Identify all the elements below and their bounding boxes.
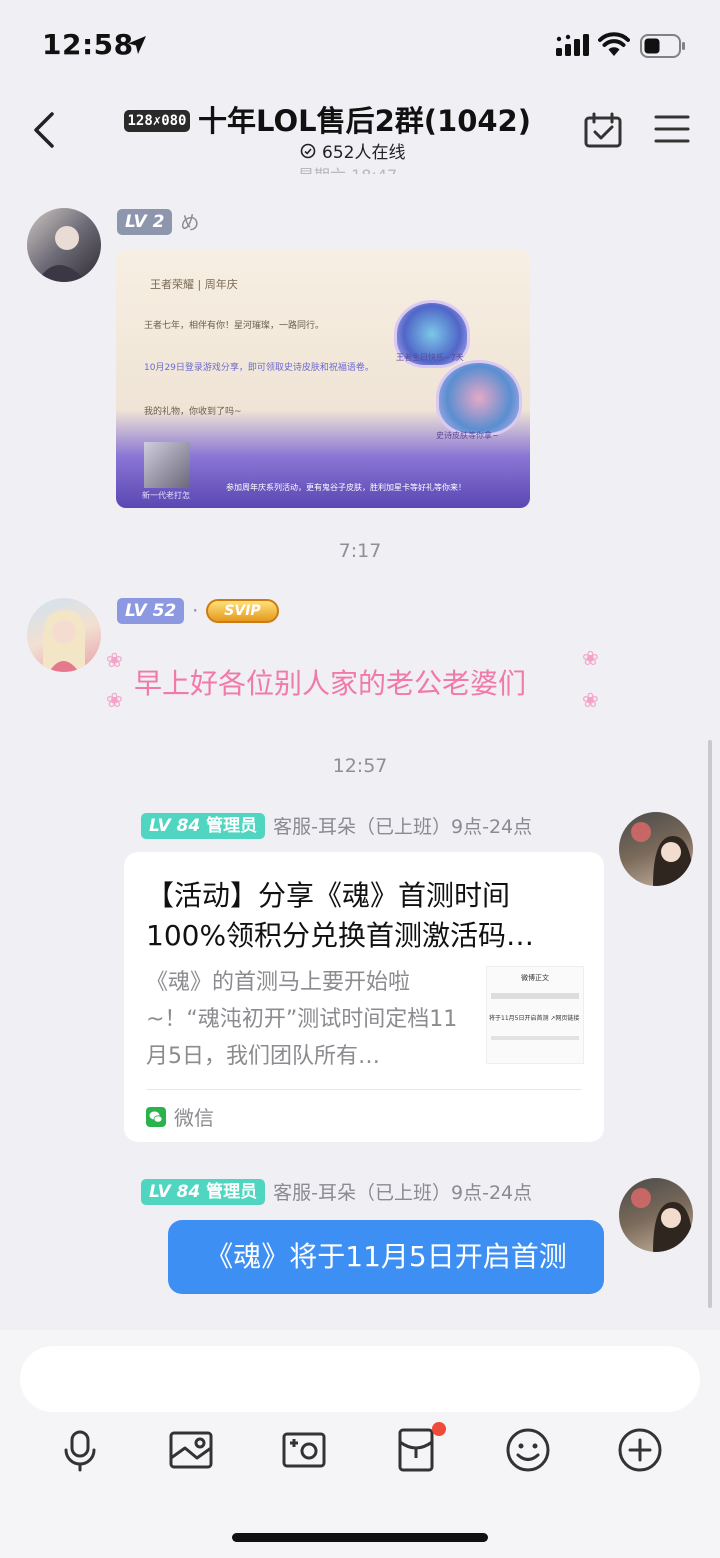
image-badge-1: 王者生日快乐~7天 — [396, 353, 464, 362]
emoji-icon[interactable] — [504, 1426, 552, 1474]
image-frame-2 — [436, 360, 522, 436]
sparkle-decoration: ❀ — [582, 646, 599, 670]
image-badge-2: 史诗皮肤等你拿~ — [436, 431, 499, 440]
timestamp: 7:17 — [338, 540, 382, 562]
sender-row: LV 84 管理员 客服-耳朵（已上班）9点-24点 — [141, 1178, 532, 1205]
role-label: 管理员 — [206, 1181, 258, 1202]
card-title: 【活动】分享《魂》首测时间100%领积分兑换首测激活码… — [146, 879, 535, 952]
card-description: 《魂》的首测马上要开始啦~！“魂沌初开”测试时间定档11月5日，我们团队所有… — [146, 970, 458, 1069]
image-message[interactable]: 王者荣耀 | 周年庆 王者七年，相伴有你！星河璀璨，一路同行。 10月29日登录… — [116, 250, 530, 508]
message-input[interactable] — [20, 1346, 700, 1412]
chat-header: 128✗080 十年LOL售后2群(1042) 652人在线 — [0, 90, 720, 168]
card-source: 微信 — [146, 1102, 214, 1131]
level-text: LV 84 — [149, 1181, 201, 1202]
online-count[interactable]: 652人在线 — [300, 138, 405, 163]
image-footer: 参加周年庆系列活动，更有鬼谷子皮肤，胜利加星卡等好礼等你来！ — [226, 483, 466, 492]
cellular-signal-icon — [556, 34, 589, 56]
wifi-icon — [598, 32, 630, 56]
sender-row: LV 2 め — [117, 208, 199, 235]
sparkle-decoration: ❀ — [106, 648, 123, 672]
message-text[interactable]: 早上好各位别人家的老公老婆们 — [134, 662, 526, 702]
image-qr-thumb — [144, 442, 190, 488]
notification-dot — [432, 1422, 446, 1436]
plus-icon[interactable] — [616, 1426, 664, 1474]
group-level-badge: 128✗080 — [124, 110, 190, 132]
link-card[interactable]: 【活动】分享《魂》首测时间100%领积分兑换首测激活码… 《魂》的首测马上要开始… — [124, 852, 604, 1142]
calendar-check-icon[interactable] — [584, 112, 622, 148]
camera-icon[interactable] — [280, 1426, 328, 1474]
location-arrow-icon — [128, 36, 146, 54]
thumb-bar — [491, 1036, 579, 1040]
timestamp: 12:57 — [332, 755, 388, 777]
scrolled-timestamp: 星期六 18:47 — [298, 166, 398, 185]
sparkle-decoration: ❀ — [106, 688, 123, 712]
level-badge: LV 2 — [117, 208, 173, 235]
status-time: 12:58 — [42, 28, 134, 61]
sender-name[interactable]: 客服-耳朵（已上班）9点-24点 — [273, 812, 532, 839]
level-badge: LV 52 — [117, 598, 185, 624]
level-badge: LV 84 管理员 — [141, 1178, 266, 1205]
image-line-3: 我的礼物，你收到了吗~ — [144, 407, 242, 417]
image-line-2: 10月29日登录游戏分享，即可领取史诗皮肤和祝福语卷。 — [144, 363, 374, 373]
thumb-line: 将于11月5日开启首测 ↗网页链接 — [489, 1015, 580, 1022]
avatar[interactable] — [27, 598, 101, 672]
status-bar: 12:58 — [0, 0, 720, 90]
message-bubble[interactable]: 《魂》将于11月5日开启首测 — [168, 1220, 604, 1294]
avatar[interactable] — [619, 1178, 693, 1252]
separator-dot: · — [192, 600, 199, 622]
image-icon[interactable] — [167, 1426, 215, 1474]
role-label: 管理员 — [206, 815, 258, 836]
image-user: 新一代老打怎 — [142, 491, 190, 500]
level-text: LV 84 — [149, 815, 201, 836]
battery-icon — [640, 34, 685, 58]
sender-name[interactable]: 客服-耳朵（已上班）9点-24点 — [273, 1178, 532, 1205]
svip-badge: SVIP — [206, 599, 279, 623]
card-thumbnail: 微博正文 将于11月5日开启首测 ↗网页链接 — [486, 966, 584, 1064]
sender-row: LV 52 · SVIP — [117, 598, 279, 624]
input-area — [0, 1330, 720, 1558]
image-header: 王者荣耀 | 周年庆 — [150, 278, 238, 291]
sender-row: LV 84 管理员 客服-耳朵（已上班）9点-24点 — [141, 812, 532, 839]
home-indicator[interactable] — [232, 1533, 488, 1542]
thumb-title: 微博正文 — [521, 974, 549, 982]
online-count-label: 652人在线 — [322, 143, 406, 163]
group-title[interactable]: 十年LOL售后2群(1042) — [198, 98, 531, 140]
level-badge: LV 84 管理员 — [141, 812, 266, 839]
avatar[interactable] — [619, 812, 693, 886]
thumb-bar — [491, 993, 579, 999]
avatar[interactable] — [27, 208, 101, 282]
back-icon[interactable] — [30, 110, 58, 150]
image-line-1: 王者七年，相伴有你！星河璀璨，一路同行。 — [144, 321, 325, 331]
sender-name[interactable]: め — [180, 208, 199, 235]
clock-icon — [300, 143, 316, 158]
divider — [146, 1089, 582, 1090]
card-source-label: 微信 — [174, 1106, 214, 1130]
scrollbar[interactable] — [708, 740, 712, 1308]
wechat-icon — [146, 1106, 166, 1127]
menu-icon[interactable] — [654, 114, 690, 144]
mic-icon[interactable] — [56, 1426, 104, 1474]
sparkle-decoration: ❀ — [582, 688, 599, 712]
